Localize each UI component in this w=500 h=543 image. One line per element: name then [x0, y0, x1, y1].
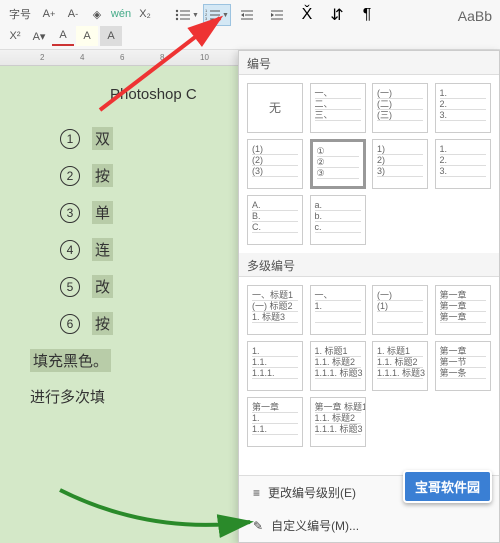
- chevron-down-icon: ▼: [222, 12, 229, 19]
- preset-item[interactable]: 1.1.1.1.1.1.: [247, 341, 303, 391]
- preset-item[interactable]: 1.2.3.: [435, 139, 491, 189]
- toolbar-font-group: 字号 A+ A- ◈ wén X₂ X² A▾ A A A: [2, 2, 171, 47]
- preset-item[interactable]: (一)(1): [372, 285, 428, 335]
- subscript-icon[interactable]: X₂: [134, 4, 156, 24]
- list-number: 1: [60, 129, 80, 149]
- preset-item-selected[interactable]: ①②③: [310, 139, 366, 189]
- document-title: Photoshop C: [110, 86, 228, 103]
- multilevel-presets-grid: 一、标题1(一) 标题21. 标题3 一、1. (一)(1) 第一章第一章第一章…: [239, 277, 499, 455]
- document-text: 填充黑色。: [30, 349, 111, 372]
- decrease-font-icon[interactable]: A-: [62, 4, 84, 24]
- chevron-down-icon: ▼: [192, 12, 199, 19]
- list-number: 2: [60, 166, 80, 186]
- paragraph-mark-button[interactable]: ¶: [353, 4, 381, 26]
- superscript-icon[interactable]: X²: [4, 26, 26, 46]
- document-page[interactable]: Photoshop C 1双 2按 3单 4连 5改 6按 填充黑色。 进行多次…: [0, 66, 238, 543]
- list-item: 6按: [30, 312, 228, 335]
- preset-item[interactable]: (一)(二)(三): [372, 83, 428, 133]
- font-color-icon[interactable]: A: [52, 26, 74, 46]
- numbering-section-header: 编号: [239, 51, 499, 75]
- char-shading-icon[interactable]: A: [100, 26, 122, 46]
- numbering-presets-grid: 无 一、二、三、 (一)(二)(三) 1.2.3. (1)(2)(3) ①②③ …: [239, 75, 499, 253]
- sort-button[interactable]: ⇵: [323, 4, 351, 26]
- preset-item[interactable]: 第一章第一节第一条: [435, 341, 491, 391]
- custom-numbering-button[interactable]: ✎ 自定义编号(M)...: [239, 509, 499, 542]
- list-number: 4: [60, 240, 80, 260]
- preset-item[interactable]: 1. 标题11.1. 标题21.1.1. 标题3: [310, 341, 366, 391]
- preset-item[interactable]: 1.2.3.: [435, 83, 491, 133]
- list-text: 双: [92, 127, 113, 150]
- preset-item[interactable]: 一、二、三、: [310, 83, 366, 133]
- preset-item[interactable]: 第一章 标题11.1. 标题21.1.1. 标题3: [310, 397, 366, 447]
- increase-indent-button[interactable]: [263, 4, 291, 26]
- increase-font-icon[interactable]: A+: [38, 4, 60, 24]
- preset-item[interactable]: 第一章1.1.1.: [247, 397, 303, 447]
- svg-text:3: 3: [205, 16, 208, 21]
- list-item: 5改: [30, 275, 228, 298]
- text-direction-button[interactable]: X̌: [293, 4, 321, 26]
- decrease-indent-button[interactable]: [233, 4, 261, 26]
- list-number: 5: [60, 277, 80, 297]
- preset-item[interactable]: 一、标题1(一) 标题21. 标题3: [247, 285, 303, 335]
- list-text: 单: [92, 201, 113, 224]
- preset-item[interactable]: 一、1.: [310, 285, 366, 335]
- numbered-list-button[interactable]: 123 ▼: [203, 4, 231, 26]
- list-number: 3: [60, 203, 80, 223]
- change-case-icon[interactable]: A▾: [28, 26, 50, 46]
- bullet-list-button[interactable]: ▼: [173, 4, 201, 26]
- preset-item[interactable]: (1)(2)(3): [247, 139, 303, 189]
- list-text: 改: [92, 275, 113, 298]
- preset-none[interactable]: 无: [247, 83, 303, 133]
- list-text: 连: [92, 238, 113, 261]
- list-number: 6: [60, 314, 80, 334]
- preset-item[interactable]: 1)2)3): [372, 139, 428, 189]
- toolbar-paragraph-group: ▼ 123 ▼ X̌ ⇵ ¶ AaBb: [171, 2, 498, 47]
- watermark-badge: 宝哥软件园: [403, 470, 492, 503]
- phonetic-guide-icon[interactable]: wén: [110, 4, 132, 24]
- preset-item[interactable]: 1. 标题11.1. 标题21.1.1. 标题3: [372, 341, 428, 391]
- preset-item[interactable]: a.b.c.: [310, 195, 366, 245]
- list-item: 2按: [30, 164, 228, 187]
- multilevel-section-header: 多级编号: [239, 253, 499, 277]
- document-text: 进行多次填: [30, 386, 228, 407]
- style-preview[interactable]: AaBb: [454, 4, 496, 28]
- pencil-icon: ✎: [253, 519, 263, 533]
- preset-item[interactable]: 第一章第一章第一章: [435, 285, 491, 335]
- clear-format-icon[interactable]: ◈: [86, 4, 108, 24]
- list-item: 3单: [30, 201, 228, 224]
- toolbar: 字号 A+ A- ◈ wén X₂ X² A▾ A A A ▼ 123 ▼ X̌…: [0, 0, 500, 50]
- indent-icon: ≡: [253, 486, 260, 500]
- font-size-label[interactable]: 字号: [4, 4, 36, 24]
- list-item: 4连: [30, 238, 228, 261]
- list-text: 按: [92, 164, 113, 187]
- preset-item[interactable]: A.B.C.: [247, 195, 303, 245]
- list-text: 按: [92, 312, 113, 335]
- highlight-icon[interactable]: A: [76, 26, 98, 46]
- list-item: 1双: [30, 127, 228, 150]
